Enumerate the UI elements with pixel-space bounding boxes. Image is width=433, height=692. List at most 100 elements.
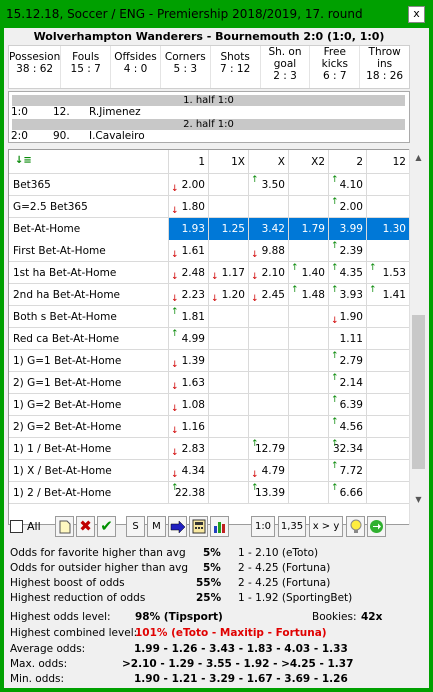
odds-cell[interactable]: 3.50 ↑ bbox=[249, 174, 289, 196]
table-row[interactable]: 1st ha Bet-At-Home 2.48 ↓ 1.17 ↓ 2.10 ↓ 1.40 ↑ 4.… bbox=[9, 262, 409, 284]
odds-cell[interactable] bbox=[289, 394, 329, 416]
score-button[interactable]: 1:0 bbox=[251, 516, 275, 537]
odds-cell[interactable]: 1.81 ↑ bbox=[169, 306, 209, 328]
odds-cell[interactable]: 1.53 ↑ bbox=[367, 262, 409, 284]
table-row[interactable]: 1) G=1 Bet-At-Home 1.39 ↓ 2.79 ↑ bbox=[9, 350, 409, 372]
odds-cell[interactable] bbox=[367, 174, 409, 196]
new-icon[interactable] bbox=[55, 516, 74, 537]
odds-cell[interactable]: 4.56 ↑ bbox=[329, 416, 367, 438]
odds-button[interactable]: 1,35 bbox=[278, 516, 306, 537]
odds-cell[interactable] bbox=[209, 350, 249, 372]
odds-cell[interactable]: 1.39 ↓ bbox=[169, 350, 209, 372]
table-row[interactable]: 2nd ha Bet-At-Home 2.23 ↓ 1.20 ↓ 2.45 ↓ 1.48 ↑ 3.… bbox=[9, 284, 409, 306]
odds-cell[interactable] bbox=[209, 394, 249, 416]
odds-cell[interactable]: 6.66 ↑ bbox=[329, 482, 367, 504]
odds-cell[interactable]: 1.11 bbox=[329, 328, 367, 350]
odds-cell[interactable] bbox=[367, 306, 409, 328]
odds-cell[interactable]: 1.61 ↓ bbox=[169, 240, 209, 262]
odds-cell[interactable] bbox=[249, 394, 289, 416]
odds-cell[interactable]: 2.00 ↓ bbox=[169, 174, 209, 196]
scroll-thumb[interactable] bbox=[412, 315, 425, 469]
odds-cell[interactable] bbox=[209, 416, 249, 438]
table-row[interactable]: 2) G=2 Bet-At-Home 1.16 ↓ 4.56 ↑ bbox=[9, 416, 409, 438]
odds-cell[interactable] bbox=[367, 460, 409, 482]
sort-icon[interactable]: ↓≡ bbox=[15, 154, 32, 168]
compare-button[interactable]: x > y bbox=[309, 516, 343, 537]
scroll-down-icon[interactable]: ▼ bbox=[410, 491, 427, 508]
odds-cell[interactable]: 2.10 ↓ bbox=[249, 262, 289, 284]
odds-cell[interactable] bbox=[249, 306, 289, 328]
odds-cell[interactable]: 3.42 bbox=[249, 218, 289, 240]
odds-cell[interactable]: 4.10 ↑ bbox=[329, 174, 367, 196]
odds-cell[interactable] bbox=[209, 460, 249, 482]
odds-cell[interactable] bbox=[209, 240, 249, 262]
table-row[interactable]: Both s Bet-At-Home 1.81 ↑ 1.90 ↓ bbox=[9, 306, 409, 328]
odds-cell[interactable] bbox=[367, 196, 409, 218]
odds-cell[interactable] bbox=[367, 482, 409, 504]
odds-cell[interactable]: 1.08 ↓ bbox=[169, 394, 209, 416]
table-row[interactable]: 1) G=2 Bet-At-Home 1.08 ↓ 6.39 ↑ bbox=[9, 394, 409, 416]
odds-cell[interactable]: 1.79 bbox=[289, 218, 329, 240]
odds-cell[interactable] bbox=[209, 482, 249, 504]
bar-chart-icon[interactable] bbox=[210, 516, 229, 537]
odds-cell[interactable]: 2.83 ↓ bbox=[169, 438, 209, 460]
odds-cell[interactable] bbox=[367, 372, 409, 394]
odds-cell[interactable] bbox=[367, 394, 409, 416]
title-bar[interactable]: 15.12.18, Soccer / ENG - Premiership 201… bbox=[0, 0, 433, 28]
odds-cell[interactable]: 1.30 bbox=[367, 218, 409, 240]
table-row[interactable]: Bet-At-Home 1.93 1.25 3.42 1.79 3.99 1.30 bbox=[9, 218, 409, 240]
odds-cell[interactable] bbox=[289, 328, 329, 350]
column-header-1[interactable]: 1 bbox=[169, 150, 209, 174]
delete-icon[interactable]: ✖ bbox=[76, 516, 95, 537]
odds-cell[interactable]: 1.20 ↓ bbox=[209, 284, 249, 306]
odds-cell[interactable] bbox=[289, 174, 329, 196]
odds-cell[interactable]: 1.40 ↑ bbox=[289, 262, 329, 284]
odds-cell[interactable]: 1.41 ↑ bbox=[367, 284, 409, 306]
scroll-up-icon[interactable]: ▲ bbox=[410, 149, 427, 166]
odds-cell[interactable]: 1.25 bbox=[209, 218, 249, 240]
odds-cell[interactable]: 9.88 ↓ bbox=[249, 240, 289, 262]
odds-cell[interactable] bbox=[289, 416, 329, 438]
column-header-x2[interactable]: X2 bbox=[289, 150, 329, 174]
odds-cell[interactable] bbox=[209, 196, 249, 218]
odds-cell[interactable] bbox=[209, 328, 249, 350]
odds-cell[interactable]: 1.63 ↓ bbox=[169, 372, 209, 394]
odds-cell[interactable]: 2.48 ↓ bbox=[169, 262, 209, 284]
all-checkbox[interactable] bbox=[10, 520, 23, 533]
header-sort-cell[interactable]: ↓≡ bbox=[9, 150, 169, 174]
s-button[interactable]: S bbox=[126, 516, 145, 537]
odds-cell[interactable]: 4.34 ↓ bbox=[169, 460, 209, 482]
odds-cell[interactable] bbox=[249, 328, 289, 350]
odds-cell[interactable]: 1.93 bbox=[169, 218, 209, 240]
confirm-icon[interactable]: ✔ bbox=[97, 516, 116, 537]
odds-cell[interactable] bbox=[249, 416, 289, 438]
column-header-12[interactable]: 12 bbox=[367, 150, 409, 174]
calculator-icon[interactable] bbox=[189, 516, 208, 537]
odds-cell[interactable]: 2.14 ↑ bbox=[329, 372, 367, 394]
table-row[interactable]: Bet365 2.00 ↓ 3.50 ↑ 4.10 ↑ bbox=[9, 174, 409, 196]
odds-cell[interactable]: 1.17 ↓ bbox=[209, 262, 249, 284]
odds-cell[interactable] bbox=[367, 350, 409, 372]
odds-cell[interactable] bbox=[209, 438, 249, 460]
odds-cell[interactable]: 22.38 ↑ bbox=[169, 482, 209, 504]
odds-cell[interactable]: 4.99 ↑ bbox=[169, 328, 209, 350]
table-row[interactable]: 1) 1 / Bet-At-Home 2.83 ↓ 12.79 ↑ 32.34 ↑ bbox=[9, 438, 409, 460]
odds-cell[interactable]: 7.72 ↑ bbox=[329, 460, 367, 482]
table-row[interactable]: Red ca Bet-At-Home 4.99 ↑ 1.11 bbox=[9, 328, 409, 350]
odds-cell[interactable] bbox=[289, 438, 329, 460]
odds-cell[interactable]: 1.80 ↓ bbox=[169, 196, 209, 218]
lightbulb-icon[interactable] bbox=[346, 516, 365, 537]
odds-cell[interactable] bbox=[209, 372, 249, 394]
odds-cell[interactable] bbox=[367, 438, 409, 460]
odds-cell[interactable] bbox=[249, 350, 289, 372]
m-button[interactable]: M bbox=[147, 516, 166, 537]
odds-cell[interactable] bbox=[289, 350, 329, 372]
table-row[interactable]: 1) X / Bet-At-Home 4.34 ↓ 4.79 ↓ 7.72 ↑ bbox=[9, 460, 409, 482]
odds-cell[interactable]: 3.99 bbox=[329, 218, 367, 240]
odds-cell[interactable] bbox=[249, 372, 289, 394]
table-row[interactable]: G=2.5 Bet365 1.80 ↓ 2.00 ↑ bbox=[9, 196, 409, 218]
odds-cell[interactable]: 1.90 ↓ bbox=[329, 306, 367, 328]
column-header-2[interactable]: 2 bbox=[329, 150, 367, 174]
odds-cell[interactable] bbox=[289, 372, 329, 394]
odds-cell[interactable]: 2.23 ↓ bbox=[169, 284, 209, 306]
